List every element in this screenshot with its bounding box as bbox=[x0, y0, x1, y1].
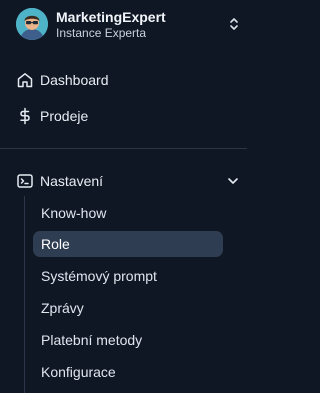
submenu-item-label: Platební metody bbox=[41, 332, 143, 348]
section-label: Nastavení bbox=[40, 173, 104, 189]
submenu-item-label: Konfigurace bbox=[41, 364, 116, 380]
terminal-icon bbox=[17, 174, 33, 188]
avatar bbox=[16, 8, 48, 40]
submenu-item-systemovy-prompt[interactable]: Systémový prompt bbox=[33, 263, 223, 289]
instance-subtitle: Instance Experta bbox=[56, 25, 147, 40]
dollar-icon bbox=[20, 107, 30, 125]
nav-section-nastaveni[interactable]: Nastavení bbox=[16, 169, 242, 193]
instance-switcher[interactable]: MarketingExpert Instance Experta bbox=[16, 7, 242, 41]
submenu-item-label: Zprávy bbox=[41, 300, 84, 316]
home-icon bbox=[17, 73, 33, 88]
divider bbox=[0, 148, 247, 149]
nav-item-label: Dashboard bbox=[40, 72, 109, 88]
nav-item-label: Prodeje bbox=[40, 108, 89, 124]
chevrons-up-down-icon[interactable] bbox=[226, 16, 242, 32]
chevron-down-icon[interactable] bbox=[226, 174, 240, 188]
submenu-item-zpravy[interactable]: Zprávy bbox=[33, 295, 223, 321]
submenu-item-know-how[interactable]: Know-how bbox=[33, 200, 223, 226]
submenu-item-label: Role bbox=[41, 236, 70, 252]
submenu-item-label: Systémový prompt bbox=[41, 268, 157, 284]
instance-name: MarketingExpert bbox=[56, 8, 166, 25]
nav-item-dashboard[interactable]: Dashboard bbox=[16, 67, 242, 93]
submenu-item-platebni-metody[interactable]: Platební metody bbox=[33, 327, 223, 353]
nav-item-prodeje[interactable]: Prodeje bbox=[16, 103, 242, 129]
submenu-item-konfigurace[interactable]: Konfigurace bbox=[33, 359, 223, 385]
submenu-item-role[interactable]: Role bbox=[33, 231, 223, 257]
submenu-item-label: Know-how bbox=[41, 205, 107, 221]
submenu-tree-line bbox=[24, 196, 25, 393]
